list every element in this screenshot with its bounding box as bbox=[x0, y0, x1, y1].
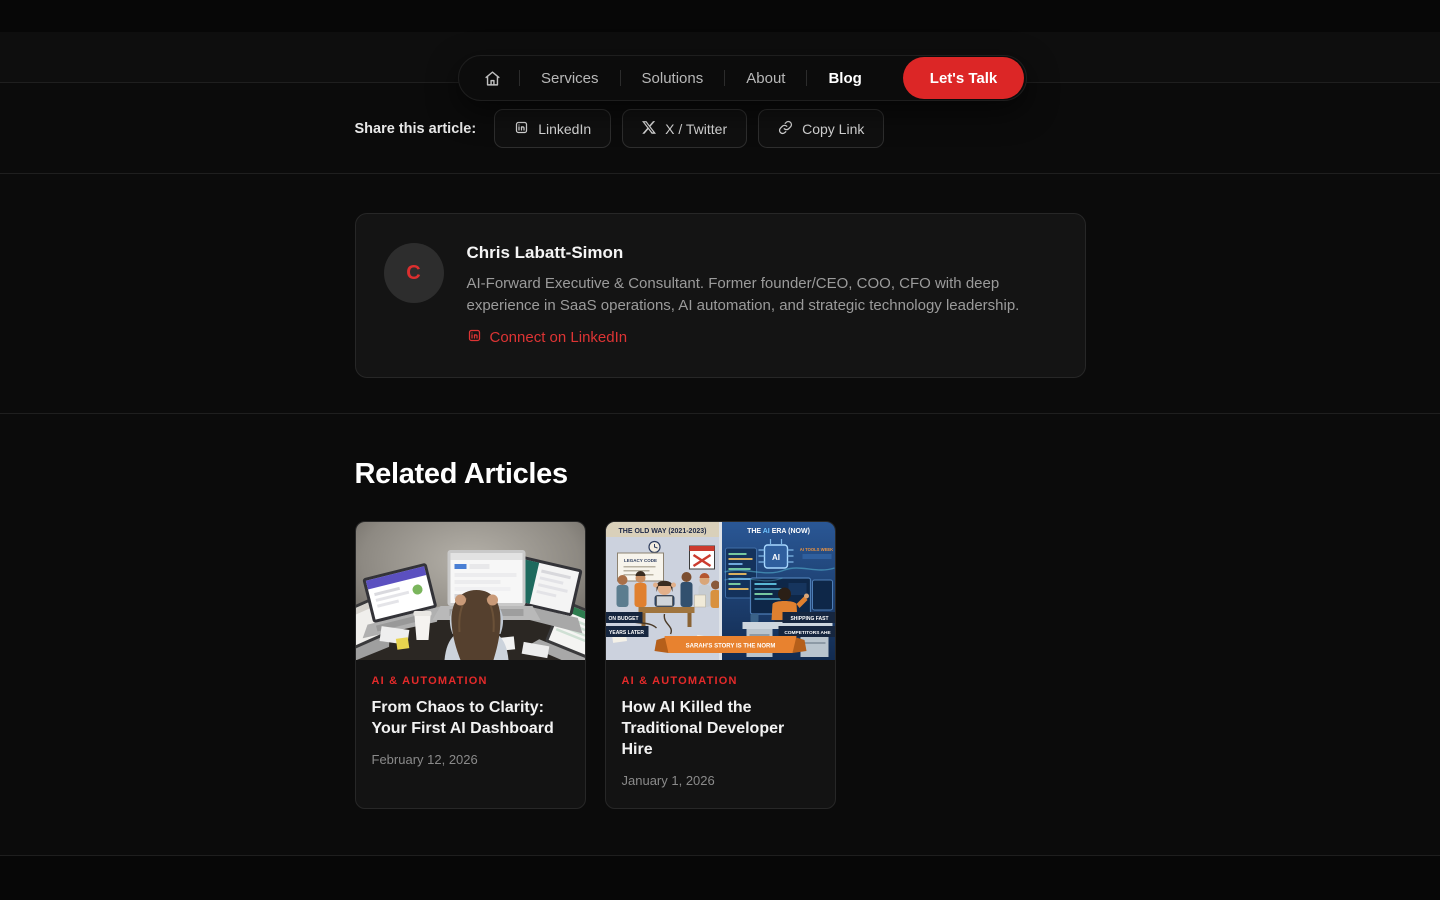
article-card-body: AI & AUTOMATION From Chaos to Clarity: Y… bbox=[356, 660, 585, 787]
author-bio: AI-Forward Executive & Consultant. Forme… bbox=[467, 273, 1022, 317]
article-image-comic: THE OLD WAY (2021-2023) LEGACY CODE bbox=[606, 522, 835, 660]
link-icon bbox=[778, 120, 793, 138]
related-articles-heading: Related Articles bbox=[355, 458, 1086, 491]
nav-item-solutions[interactable]: Solutions bbox=[621, 70, 725, 87]
nav-item-about[interactable]: About bbox=[725, 70, 806, 87]
article-category: AI & AUTOMATION bbox=[622, 675, 819, 687]
x-twitter-icon bbox=[642, 120, 656, 137]
svg-text:ON BUDGET: ON BUDGET bbox=[608, 616, 638, 622]
article-image-chaos bbox=[356, 522, 585, 660]
svg-text:YEARS LATER: YEARS LATER bbox=[609, 630, 644, 636]
author-info: Chris Labatt-Simon AI-Forward Executive … bbox=[467, 243, 1022, 348]
svg-text:THE AI ERA (NOW): THE AI ERA (NOW) bbox=[747, 528, 810, 535]
svg-text:AI: AI bbox=[772, 553, 780, 562]
nav-item-services[interactable]: Services bbox=[520, 70, 620, 87]
linkedin-icon bbox=[514, 120, 529, 138]
svg-text:SARAH'S STORY IS THE NORM: SARAH'S STORY IS THE NORM bbox=[685, 644, 775, 650]
share-linkedin-label: LinkedIn bbox=[538, 121, 591, 137]
share-buttons: LinkedIn X / Twitter Copy Link bbox=[494, 109, 884, 148]
related-articles-list: AI & AUTOMATION From Chaos to Clarity: Y… bbox=[355, 521, 1086, 809]
svg-text:SHIPPING FAST: SHIPPING FAST bbox=[790, 616, 828, 622]
connect-linkedin-link[interactable]: Connect on LinkedIn bbox=[467, 328, 628, 347]
linkedin-icon bbox=[467, 328, 482, 347]
nav-item-blog[interactable]: Blog bbox=[807, 70, 882, 87]
avatar: C bbox=[384, 243, 444, 303]
article-title: How AI Killed the Traditional Developer … bbox=[622, 697, 819, 760]
top-strip bbox=[0, 0, 1440, 32]
share-copy-link-button[interactable]: Copy Link bbox=[758, 109, 884, 148]
article-card-ai-killed-developer-hire[interactable]: THE OLD WAY (2021-2023) LEGACY CODE bbox=[605, 521, 836, 809]
share-linkedin-button[interactable]: LinkedIn bbox=[494, 109, 611, 148]
home-icon[interactable] bbox=[484, 70, 519, 87]
connect-linkedin-label: Connect on LinkedIn bbox=[490, 329, 628, 346]
article-category: AI & AUTOMATION bbox=[372, 675, 569, 687]
svg-text:COMPETITORS AHE: COMPETITORS AHE bbox=[784, 630, 831, 636]
article-card-body: AI & AUTOMATION How AI Killed the Tradit… bbox=[606, 660, 835, 808]
svg-text:AI TOOLS WEEK: AI TOOLS WEEK bbox=[799, 547, 832, 552]
share-x-twitter-label: X / Twitter bbox=[665, 121, 727, 137]
svg-text:THE OLD WAY (2021-2023): THE OLD WAY (2021-2023) bbox=[618, 528, 706, 535]
article-date: January 1, 2026 bbox=[622, 773, 819, 788]
author-name: Chris Labatt-Simon bbox=[467, 243, 1022, 263]
lets-talk-button[interactable]: Let's Talk bbox=[903, 57, 1024, 99]
author-card: C Chris Labatt-Simon AI-Forward Executiv… bbox=[355, 213, 1086, 378]
svg-text:LEGACY CODE: LEGACY CODE bbox=[624, 558, 657, 563]
article-date: February 12, 2026 bbox=[372, 752, 569, 767]
article-card-chaos-to-clarity[interactable]: AI & AUTOMATION From Chaos to Clarity: Y… bbox=[355, 521, 586, 809]
share-x-twitter-button[interactable]: X / Twitter bbox=[622, 109, 747, 148]
footer bbox=[0, 855, 1440, 900]
article-title: From Chaos to Clarity: Your First AI Das… bbox=[372, 697, 569, 739]
share-label: Share this article: bbox=[355, 121, 477, 137]
main-nav: Services Solutions About Blog Let's Talk bbox=[458, 55, 1027, 101]
share-copy-link-label: Copy Link bbox=[802, 121, 864, 137]
